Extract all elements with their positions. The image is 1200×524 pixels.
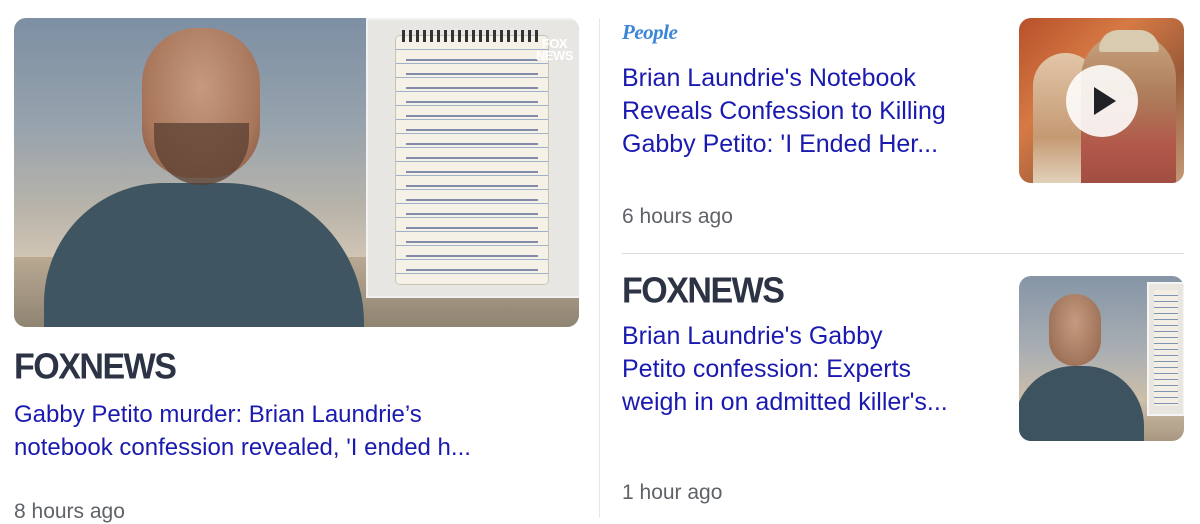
fox-watermark: FOX NEWS: [536, 37, 574, 63]
headline-line: weigh in on admitted killer's...: [622, 388, 948, 416]
headline-line: Gabby Petito murder: Brian Laundrie’s: [14, 401, 422, 428]
notebook-inset: FOX NEWS: [366, 18, 579, 298]
handwriting: [406, 54, 538, 272]
person-beard: [154, 123, 249, 185]
source-logo-foxnews: FOXNEWS: [622, 271, 785, 311]
story-thumbnail[interactable]: FOX NEWS: [14, 18, 579, 327]
headline-line: Gabby Petito: 'I Ended Her...: [622, 130, 939, 158]
watermark-line2: NEWS: [536, 48, 574, 63]
source-logo-people: People: [622, 20, 678, 44]
column-divider: [599, 18, 600, 518]
person-figure: [44, 183, 364, 327]
notebook-page: [396, 30, 548, 284]
source-logo-foxnews: FOXNEWS: [14, 347, 177, 387]
headline-line: Reveals Confession to Killing: [622, 97, 946, 125]
story-card-left[interactable]: FOX NEWS FOXNEWS Gabby Petito murder: Br…: [14, 18, 579, 523]
notebook-page: [1154, 290, 1178, 406]
story-thumbnail[interactable]: [1019, 276, 1184, 441]
story-headline[interactable]: Brian Laundrie's Gabby Petito confession…: [622, 320, 1002, 419]
notebook-inset: [1147, 282, 1184, 416]
headline-line: notebook confession revealed, 'I ended h…: [14, 434, 471, 461]
story-timestamp: 1 hour ago: [622, 481, 723, 504]
story-headline[interactable]: Brian Laundrie's Notebook Reveals Confes…: [622, 62, 1002, 161]
play-icon[interactable]: [1066, 65, 1138, 137]
headline-line: Brian Laundrie's Gabby: [622, 322, 883, 350]
story-divider: [622, 253, 1184, 254]
story-timestamp: 8 hours ago: [14, 500, 125, 523]
story-thumbnail[interactable]: [1019, 18, 1184, 183]
person-figure: [1019, 366, 1144, 441]
headline-line: Petito confession: Experts: [622, 355, 912, 383]
notebook-spiral: [402, 30, 542, 42]
headline-line: Brian Laundrie's Notebook: [622, 64, 916, 92]
story-headline[interactable]: Gabby Petito murder: Brian Laundrie’s no…: [14, 398, 579, 464]
cap: [1099, 30, 1159, 52]
story-timestamp: 6 hours ago: [622, 205, 733, 228]
person-head: [1049, 294, 1101, 366]
